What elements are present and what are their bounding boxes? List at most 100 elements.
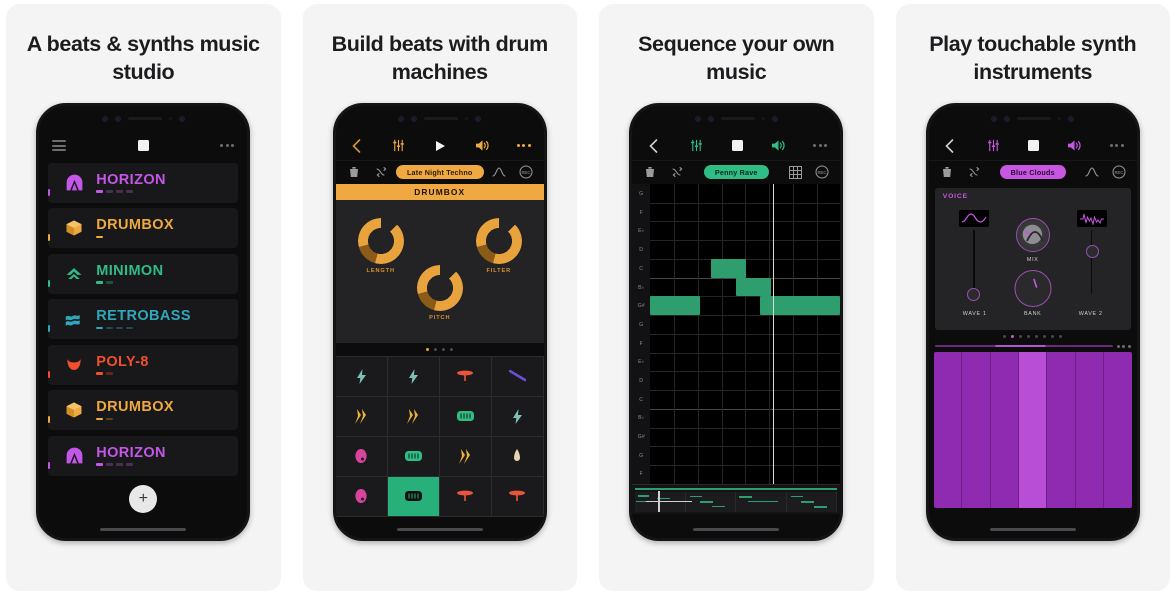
- keyboard-key[interactable]: [962, 351, 991, 508]
- panel-page-dots[interactable]: [929, 330, 1137, 343]
- wave1-slider-knob[interactable]: [966, 287, 980, 301]
- hamburger-icon[interactable]: [52, 140, 67, 152]
- keyboard-key[interactable]: [1047, 351, 1076, 508]
- wave2-slider-knob[interactable]: [1085, 244, 1099, 258]
- more-dots-icon[interactable]: [220, 144, 235, 148]
- keyboard-key[interactable]: [933, 351, 963, 508]
- drum-pad[interactable]: [439, 476, 492, 517]
- speaker-icon[interactable]: [770, 138, 786, 154]
- keyboard-key[interactable]: [1075, 351, 1105, 508]
- instrument-info: HORIZON: [96, 446, 166, 466]
- rec-button[interactable]: REC: [814, 164, 830, 180]
- phone-mute-switch: [926, 178, 927, 194]
- more-dots-icon[interactable]: [1109, 144, 1124, 148]
- trash-icon[interactable]: [642, 164, 658, 180]
- pattern-ticks: [96, 235, 174, 239]
- keyboard-range-strip[interactable]: [934, 343, 1131, 350]
- piano-roll[interactable]: G F E♭ D C B♭ G# G F E♭ D C B♭ G# G F: [632, 183, 841, 484]
- speaker-icon[interactable]: [475, 138, 491, 154]
- drum-pad[interactable]: [491, 476, 544, 517]
- list-item[interactable]: DRUMBOX: [48, 390, 239, 431]
- preset-name-pill[interactable]: Blue Clouds: [999, 165, 1066, 180]
- preset-name-pill[interactable]: Late Night Techno: [395, 165, 484, 180]
- stop-square-icon[interactable]: [731, 140, 743, 152]
- keyboard-key[interactable]: [1104, 351, 1132, 508]
- wave1-shape-display[interactable]: [958, 209, 989, 227]
- wave2-shape-display[interactable]: [1076, 209, 1107, 227]
- chevron-left-icon[interactable]: [942, 138, 958, 154]
- drum-pad[interactable]: [335, 396, 388, 437]
- status-dot: [114, 115, 121, 122]
- chevron-left-icon[interactable]: [645, 138, 661, 154]
- trash-icon[interactable]: [939, 164, 955, 180]
- drum-pad[interactable]: [439, 396, 492, 437]
- rec-button[interactable]: REC: [1111, 164, 1127, 180]
- voice-panel: VOICE WAVE 1 MIX BANK WAVE 2: [934, 187, 1131, 330]
- speaker-icon[interactable]: [1067, 138, 1083, 154]
- pitch-label: F: [639, 209, 643, 216]
- add-instrument-button[interactable]: +: [129, 484, 158, 513]
- phone-mute-switch: [36, 178, 37, 194]
- more-dots-icon[interactable]: [813, 144, 828, 148]
- bank-knob[interactable]: [1014, 269, 1052, 307]
- drum-pad[interactable]: [335, 356, 388, 397]
- list-item[interactable]: HORIZON: [48, 162, 239, 203]
- list-item[interactable]: DRUMBOX: [48, 208, 239, 249]
- panel-page-dots[interactable]: [336, 343, 544, 356]
- keyboard-key-pressed[interactable]: [1019, 351, 1048, 508]
- pitch-label: C: [639, 396, 644, 403]
- touch-keyboard[interactable]: [933, 351, 1132, 508]
- grid-icon[interactable]: [787, 164, 803, 180]
- drum-pad[interactable]: [387, 436, 440, 477]
- status-dot: [101, 115, 108, 122]
- mini-timeline[interactable]: [632, 483, 841, 514]
- list-item[interactable]: HORIZON: [48, 435, 239, 476]
- rec-button[interactable]: REC: [518, 164, 534, 180]
- shuffle-arrows-icon[interactable]: [373, 164, 389, 180]
- instrument-indicator: [48, 416, 51, 424]
- drum-pad[interactable]: [387, 396, 440, 437]
- stop-square-icon[interactable]: [1028, 140, 1040, 152]
- envelope-curve-icon[interactable]: [1084, 164, 1100, 180]
- knob-pitch[interactable]: PITCH: [407, 255, 473, 321]
- drum-pad[interactable]: [335, 476, 388, 517]
- timeline-bar[interactable]: [786, 491, 838, 512]
- timeline-bar[interactable]: [736, 491, 787, 512]
- front-camera: [1068, 115, 1075, 122]
- list-item[interactable]: MINIMON: [48, 253, 239, 294]
- preset-name-pill[interactable]: Penny Rave: [703, 165, 769, 180]
- wave2-slider-track[interactable]: [1090, 229, 1093, 294]
- list-item[interactable]: RETROBASS: [48, 299, 239, 340]
- more-dots-icon[interactable]: [1116, 344, 1131, 348]
- shuffle-arrows-icon[interactable]: [966, 164, 982, 180]
- list-item[interactable]: POLY-8: [48, 344, 239, 385]
- drum-pad[interactable]: [439, 436, 492, 477]
- drum-pad[interactable]: [387, 356, 440, 397]
- knob-filter[interactable]: FILTER: [466, 208, 532, 274]
- stop-square-icon[interactable]: [137, 140, 149, 152]
- mixer-sliders-icon[interactable]: [689, 138, 705, 154]
- knob-length[interactable]: LENGTH: [348, 208, 414, 274]
- drum-pad-active[interactable]: [387, 476, 440, 517]
- drum-pad[interactable]: [335, 436, 388, 477]
- keyboard-key[interactable]: [990, 351, 1020, 508]
- timeline-bar[interactable]: [685, 491, 737, 512]
- knob-label: FILTER: [486, 267, 512, 274]
- more-dots-icon[interactable]: [516, 144, 531, 148]
- shuffle-arrows-icon[interactable]: [669, 164, 685, 180]
- mixer-sliders-icon[interactable]: [391, 138, 407, 154]
- drum-pad[interactable]: [491, 396, 544, 437]
- drum-pad[interactable]: [491, 356, 544, 397]
- chevron-left-icon[interactable]: [349, 138, 365, 154]
- drum-pad[interactable]: [439, 356, 492, 397]
- trash-icon[interactable]: [346, 164, 362, 180]
- octave-range-bar[interactable]: [934, 345, 1113, 348]
- play-icon[interactable]: [433, 138, 449, 154]
- envelope-curve-icon[interactable]: [491, 164, 507, 180]
- mix-knob[interactable]: [1015, 217, 1050, 252]
- wave1-slider-track[interactable]: [973, 229, 975, 294]
- drum-pad[interactable]: [491, 436, 544, 477]
- note-grid[interactable]: [650, 183, 841, 484]
- mixer-sliders-icon[interactable]: [985, 138, 1001, 154]
- status-bar: [632, 106, 840, 132]
